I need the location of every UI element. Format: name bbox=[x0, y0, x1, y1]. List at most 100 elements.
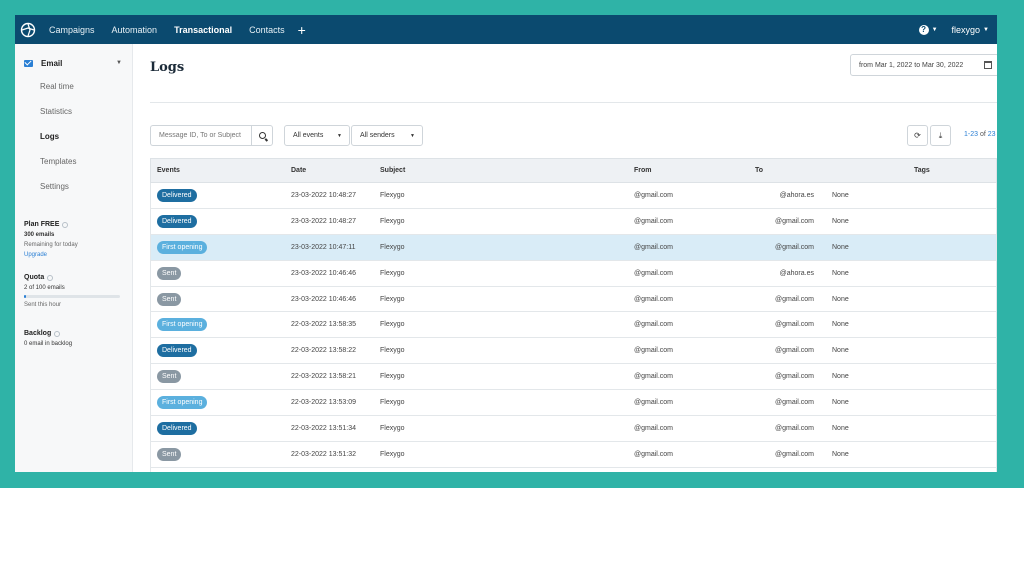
sidebar-section-email[interactable]: Email ▼ bbox=[15, 52, 132, 74]
cell-to: @gmail.com bbox=[774, 399, 814, 407]
table-row[interactable]: Delivered 22-03-2022 13:58:22 Flexygo @gmai… bbox=[150, 338, 997, 365]
table-row[interactable]: Delivered 23-03-2022 10:48:27 Flexygo @gmai… bbox=[150, 183, 997, 209]
pagination-of: of bbox=[979, 131, 986, 138]
cell-tags: None bbox=[832, 347, 849, 355]
info-icon[interactable] bbox=[54, 330, 61, 337]
cell-to: @gmail.com bbox=[774, 347, 814, 355]
cell-date: 23-03-2022 10:46:46 bbox=[291, 269, 356, 277]
subject-text: Flexygo bbox=[380, 295, 405, 303]
cell-to: @gmail.com bbox=[774, 295, 814, 303]
event-badge: Delivered bbox=[157, 421, 197, 435]
col-subject: Subject bbox=[380, 167, 406, 174]
cell-date: 22-03-2022 13:51:32 bbox=[291, 450, 356, 458]
col-events: Events bbox=[157, 167, 180, 174]
search-input[interactable] bbox=[150, 125, 251, 146]
senders-filter-dropdown[interactable]: All senders ▼ bbox=[351, 125, 423, 146]
backlog-block: Backlog 0 email in backlog bbox=[15, 330, 132, 347]
sidebar-item-settings[interactable]: Settings bbox=[15, 174, 132, 199]
table-row[interactable]: Sent 22-03-2022 13:58:21 Flexygo @gmail.com… bbox=[150, 364, 997, 391]
table-row[interactable]: First opening 22-03-2022 13:53:09 Flexygo @… bbox=[150, 390, 997, 417]
cell-event: Delivered bbox=[151, 421, 291, 435]
search-button[interactable] bbox=[251, 125, 273, 146]
table-row[interactable]: Delivered 22-03-2022 13:51:34 Flexygo @gmai… bbox=[150, 416, 997, 442]
table-row[interactable]: First opening 22-03-2022 13:58:35 Flexygo @… bbox=[150, 312, 997, 339]
divider bbox=[150, 102, 997, 103]
upgrade-link[interactable]: Upgrade bbox=[24, 252, 132, 258]
help-menu[interactable]: ? ▼ bbox=[918, 24, 938, 35]
cell-date: 22-03-2022 13:58:35 bbox=[291, 321, 356, 329]
download-button[interactable]: ⤓ bbox=[930, 125, 951, 146]
nav-campaigns[interactable]: Campaigns bbox=[49, 25, 95, 35]
info-icon[interactable] bbox=[47, 274, 54, 281]
event-badge: First opening bbox=[157, 396, 208, 410]
cell-date: 22-03-2022 13:53:09 bbox=[291, 399, 356, 407]
table-header: Events Date Subject From To Tags bbox=[150, 158, 997, 183]
cell-to: @gmail.com bbox=[774, 321, 814, 329]
events-filter-label: All events bbox=[293, 132, 324, 139]
col-tags: Tags bbox=[914, 167, 930, 174]
table-row[interactable]: First opening 23-03-2022 10:47:11 Flexygo @… bbox=[150, 234, 997, 261]
sidebar-item-real-time[interactable]: Real time bbox=[15, 74, 132, 99]
quota-progress-fill bbox=[24, 295, 26, 298]
table-row[interactable]: Delivered 23-03-2022 10:48:27 Flexygo @gmai… bbox=[150, 208, 997, 235]
cell-from: @gmail.com bbox=[633, 269, 673, 277]
sidebar-item-logs[interactable]: Logs bbox=[15, 124, 132, 149]
cell-date: 22-03-2022 13:58:21 bbox=[291, 373, 356, 381]
table-row[interactable]: First opening21-03-2022 12:32:08Mi Asunt… bbox=[150, 467, 997, 472]
cell-subject: Flexygo bbox=[380, 296, 502, 303]
cell-subject: Flexygo bbox=[380, 244, 502, 251]
refresh-button[interactable]: ⟳ bbox=[907, 125, 928, 146]
sidebar-item-templates[interactable]: Templates bbox=[15, 149, 132, 174]
event-badge: Sent bbox=[157, 292, 182, 306]
quota-title: Quota bbox=[24, 274, 45, 281]
cell-to: @gmail.com bbox=[774, 217, 814, 225]
table-row[interactable]: Sent 23-03-2022 10:46:46 Flexygo @gmail.com… bbox=[150, 260, 997, 287]
user-menu[interactable]: flexygo ▼ bbox=[952, 25, 989, 35]
event-badge: Delivered bbox=[157, 188, 197, 202]
cell-date: 23-03-2022 10:48:27 bbox=[291, 191, 356, 199]
table-row[interactable]: Sent 23-03-2022 10:46:46 Flexygo @gmail.com… bbox=[150, 286, 997, 313]
event-badge: Sent bbox=[157, 370, 182, 384]
cell-subject: Flexygo bbox=[380, 425, 502, 432]
cell-from: @gmail.com bbox=[633, 243, 673, 251]
cell-to: @ahora.es bbox=[779, 191, 814, 199]
cell-event: Delivered bbox=[151, 214, 291, 228]
nav-right: ? ▼ flexygo ▼ bbox=[918, 24, 989, 35]
cell-from: @gmail.com bbox=[633, 450, 673, 458]
cell-tags: None bbox=[832, 424, 849, 432]
date-range-label: from Mar 1, 2022 to Mar 30, 2022 bbox=[859, 61, 964, 69]
cell-event: First opening bbox=[151, 396, 291, 410]
info-icon[interactable] bbox=[62, 221, 69, 228]
cell-event: Sent bbox=[151, 370, 291, 384]
col-from: From bbox=[634, 167, 652, 174]
add-icon[interactable]: + bbox=[298, 22, 306, 38]
pagination-range: 1-23 bbox=[964, 131, 979, 138]
cell-tags: None bbox=[832, 295, 849, 303]
table-row[interactable]: Sent 22-03-2022 13:51:32 Flexygo @gmail.com… bbox=[150, 441, 997, 468]
events-filter-dropdown[interactable]: All events ▼ bbox=[284, 125, 350, 146]
nav-contacts[interactable]: Contacts bbox=[249, 25, 285, 35]
envelope-icon bbox=[24, 59, 33, 67]
cell-tags: None bbox=[832, 191, 849, 199]
sidebar-item-statistics[interactable]: Statistics bbox=[15, 99, 132, 124]
cell-date: 23-03-2022 10:48:27 bbox=[291, 217, 356, 225]
user-name: flexygo bbox=[951, 24, 981, 35]
nav-transactional[interactable]: Transactional bbox=[174, 25, 232, 35]
quota-note: Sent this hour bbox=[24, 302, 62, 308]
subject-text: Flexygo bbox=[380, 191, 405, 199]
cell-to: @ahora.es bbox=[779, 269, 814, 277]
subject-text: Flexygo bbox=[380, 217, 405, 225]
cell-from: @gmail.com bbox=[633, 399, 673, 407]
pagination-info: 1-23 of 23 bbox=[964, 131, 996, 138]
cell-to: @gmail.com bbox=[774, 450, 814, 458]
cell-date: 23-03-2022 10:47:11 bbox=[291, 243, 356, 251]
cell-tags: None bbox=[832, 269, 849, 277]
cell-event: Delivered bbox=[151, 188, 291, 202]
plan-block: Plan FREE 300 emails Remaining for today… bbox=[15, 221, 132, 258]
cell-subject: Flexygo bbox=[380, 451, 502, 458]
download-icon: ⤓ bbox=[938, 130, 943, 140]
nav-automation[interactable]: Automation bbox=[112, 25, 158, 35]
brand-logo-icon[interactable] bbox=[19, 21, 37, 39]
cell-event: First opening bbox=[151, 318, 291, 332]
date-range-picker[interactable]: from Mar 1, 2022 to Mar 30, 2022 bbox=[850, 54, 997, 76]
